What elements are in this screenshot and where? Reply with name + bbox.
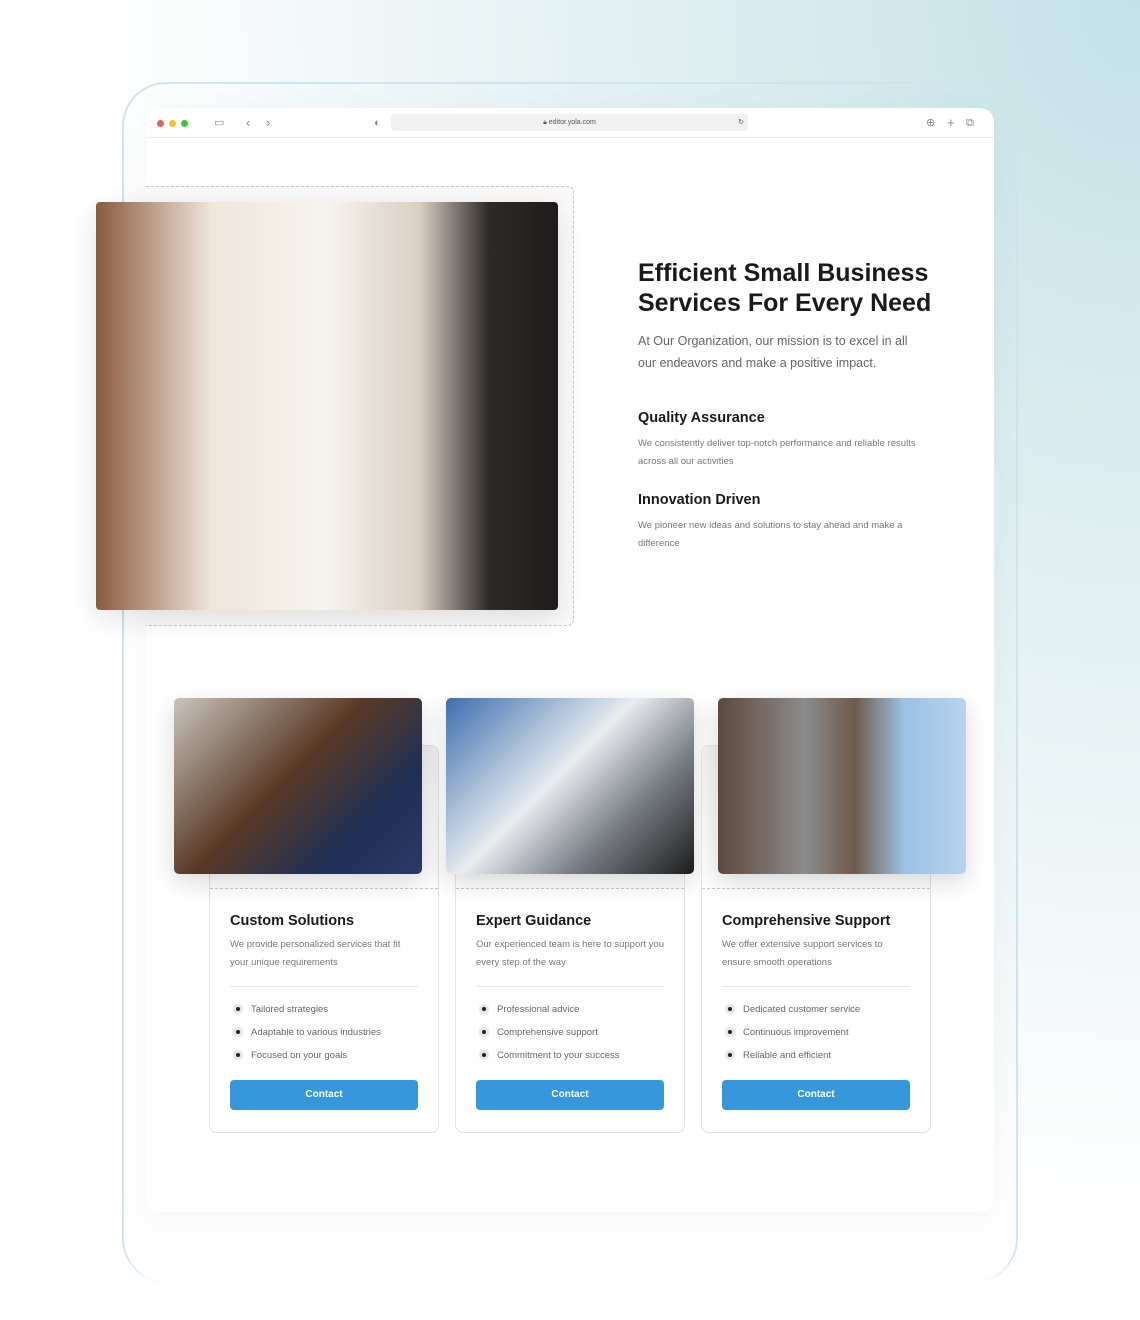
list-item: Tailored strategies <box>230 1004 328 1015</box>
minimize-window-button[interactable] <box>169 120 176 127</box>
divider <box>722 986 910 987</box>
feature-desc: We pioneer new ideas and solutions to st… <box>638 520 903 549</box>
list-item: Focused on your goals <box>230 1050 347 1061</box>
reload-icon[interactable]: ↻ <box>738 114 744 131</box>
contact-button[interactable]: Contact <box>476 1080 664 1110</box>
divider <box>476 986 664 987</box>
download-icon[interactable]: ⊕ <box>926 116 935 130</box>
back-icon[interactable]: ‹ <box>246 116 250 130</box>
maximize-window-button[interactable] <box>181 120 188 127</box>
feature-title: Quality Assurance <box>638 410 765 426</box>
card-title: Expert Guidance <box>476 913 592 929</box>
contact-button[interactable]: Contact <box>722 1080 910 1110</box>
list-item: Reliable and efficient <box>722 1050 831 1061</box>
sidebar-icon[interactable]: ▭ <box>214 116 224 130</box>
list-item: Continuous improvement <box>722 1027 849 1038</box>
card-desc: Our experienced team is here to support … <box>476 939 664 968</box>
list-item: Professional advice <box>476 1004 579 1015</box>
list-item: Dedicated customer service <box>722 1004 860 1015</box>
list-item: Adaptable to various industries <box>230 1027 381 1038</box>
card-title: Comprehensive Support <box>722 913 891 929</box>
feature-title: Innovation Driven <box>638 492 761 508</box>
card-title: Custom Solutions <box>230 913 355 929</box>
card-desc: We offer extensive support services to e… <box>722 939 883 968</box>
contact-button[interactable]: Contact <box>230 1080 418 1110</box>
address-bar[interactable]: 🔒︎ editor.yola.com ↻ <box>391 114 748 131</box>
url-text: editor.yola.com <box>548 119 596 126</box>
list-item: Commitment to your success <box>476 1050 619 1061</box>
hero-photo <box>96 202 558 610</box>
card-photo <box>174 698 422 874</box>
close-window-button[interactable] <box>157 120 164 127</box>
forward-icon[interactable]: › <box>266 116 270 130</box>
divider <box>230 986 418 987</box>
card-desc: We provide personalized services that fi… <box>230 939 401 968</box>
tabs-icon[interactable]: ⧉ <box>966 116 974 130</box>
card-photo <box>446 698 694 874</box>
browser-toolbar: ▭ ‹ › ◐ 🔒︎ editor.yola.com ↻ ⊕ + ⧉ <box>146 108 994 138</box>
shield-icon: ◐ <box>374 117 381 129</box>
new-tab-icon[interactable]: + <box>947 116 955 130</box>
feature-desc: We consistently deliver top-notch perfor… <box>638 438 916 467</box>
hero-title: Efficient Small Business Services For Ev… <box>638 259 932 317</box>
list-item: Comprehensive support <box>476 1027 598 1038</box>
hero-intro: At Our Organization, our mission is to e… <box>638 334 908 370</box>
card-photo <box>718 698 966 874</box>
